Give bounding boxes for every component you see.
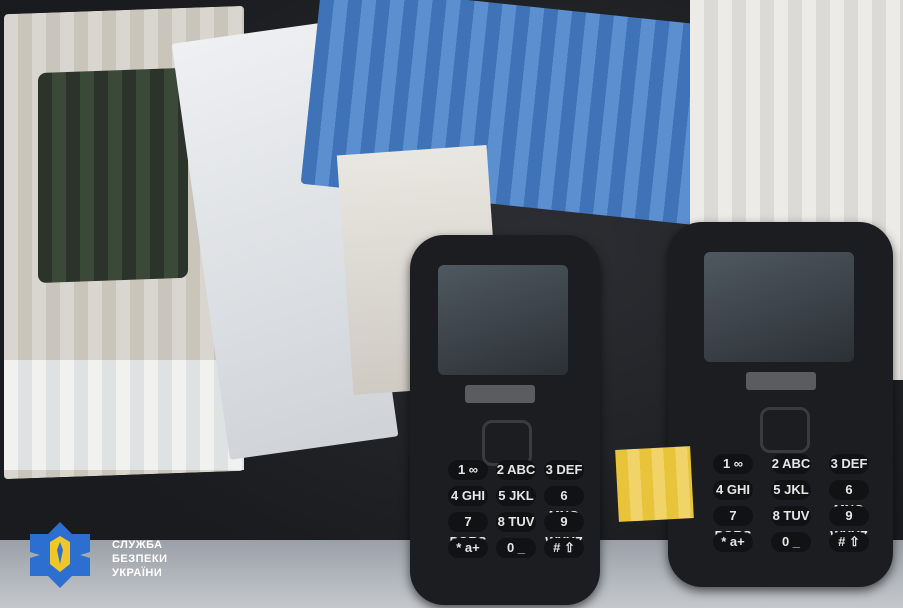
phone-screen [438, 265, 568, 375]
mobile-phone-left: 1 ∞ 2 ABC 3 DEF 4 GHI 5 JKL 6 MNO 7 PQRS 8 TUV 9… [410, 235, 600, 605]
phone-key: 7 PQRS [448, 512, 488, 549]
phone-key: * a+ [448, 538, 488, 558]
phone-key: 8 TUV [771, 506, 811, 526]
phone-key: 5 JKL [771, 480, 811, 500]
phone-key: 9 WXYZ [829, 506, 869, 543]
phone-key: 0 _ [771, 532, 811, 552]
phone-key: 2 ABC [496, 460, 536, 480]
phone-key: 0 _ [496, 538, 536, 558]
logo-line-2: БЕЗПЕКИ [112, 553, 168, 565]
phone-key: 1 ∞ [713, 454, 753, 474]
phone-key: 9 WXYZ [544, 512, 584, 549]
logo-line-1: СЛУЖБА [112, 539, 163, 551]
phone-key: 4 GHI [448, 486, 488, 506]
phone-key: * a+ [713, 532, 753, 552]
phone-key: 3 DEF [829, 454, 869, 474]
phone-key: 6 MNO [544, 486, 584, 523]
phone-key: 5 JKL [496, 486, 536, 506]
phone-key: # ⇧ [829, 532, 869, 552]
phone-key: 1 ∞ [448, 460, 488, 480]
phone-dpad [760, 407, 810, 453]
sbu-emblem-icon [30, 522, 90, 588]
phone-key: # ⇧ [544, 538, 584, 558]
mobile-phone-right: 1 ∞ 2 ABC 3 DEF 4 GHI 5 JKL 6 MNO 7 PQRS 8 TUV 9… [668, 222, 893, 587]
box-bottom-label [4, 360, 244, 470]
phone-key: 6 MNO [829, 480, 869, 517]
logo-line-3: УКРАЇНИ [112, 567, 163, 579]
phone-screen [704, 252, 854, 362]
box-phone-image [38, 67, 188, 284]
phone-key: 4 GHI [713, 480, 753, 500]
phone-brand-label-blurred [465, 385, 535, 403]
phone-key: 2 ABC [771, 454, 811, 474]
phone-key: 7 PQRS [713, 506, 753, 543]
sim-card-blurred [615, 446, 694, 522]
phone-brand-label-blurred [746, 372, 816, 390]
phone-key: 3 DEF [544, 460, 584, 480]
sbu-logo-text: СЛУЖБА БЕЗПЕКИ УКРАЇНИ [112, 538, 168, 580]
photo-scene: 1 ∞ 2 ABC 3 DEF 4 GHI 5 JKL 6 MNO 7 PQRS 8 TUV 9… [0, 0, 903, 608]
phone-key: 8 TUV [496, 512, 536, 532]
